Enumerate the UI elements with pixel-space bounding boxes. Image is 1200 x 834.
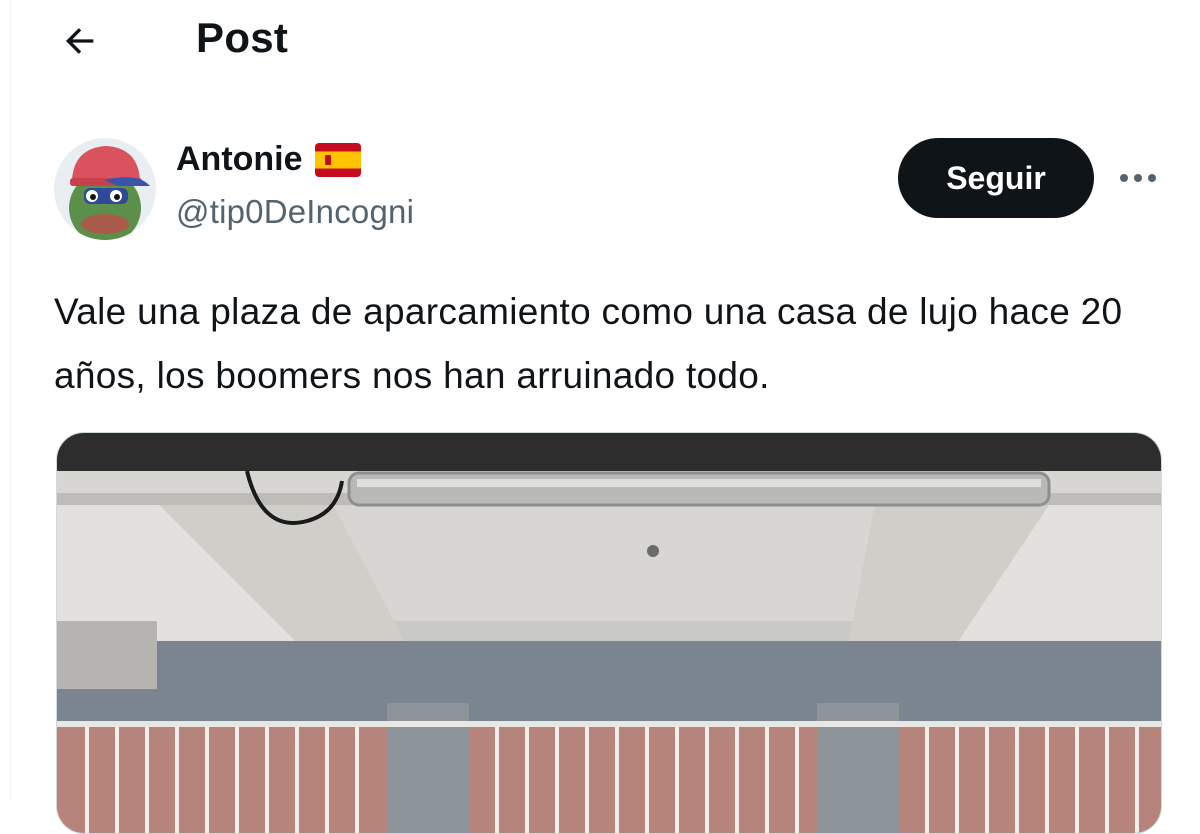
column-divider — [10, 0, 11, 800]
avatar[interactable] — [54, 138, 156, 240]
author-handle[interactable]: @tip0DeIncogni — [176, 193, 414, 231]
back-button[interactable] — [52, 16, 108, 66]
page-title: Post — [196, 14, 289, 61]
more-options-button[interactable] — [1110, 158, 1166, 198]
post-text: Vale una plaza de aparcamiento como una … — [54, 291, 1123, 396]
post-media[interactable] — [56, 432, 1162, 834]
more-horizontal-icon — [1120, 174, 1156, 182]
parking-garage-photo — [57, 433, 1161, 833]
arrow-left-icon — [65, 28, 94, 54]
pepe-frog-avatar — [54, 138, 156, 240]
author-name-row: Antonie — [176, 140, 361, 179]
spain-flag-icon — [314, 142, 361, 177]
author-display-name[interactable]: Antonie — [176, 140, 303, 179]
follow-button[interactable]: Seguir — [898, 138, 1094, 218]
top-bar: Post — [0, 0, 1200, 84]
